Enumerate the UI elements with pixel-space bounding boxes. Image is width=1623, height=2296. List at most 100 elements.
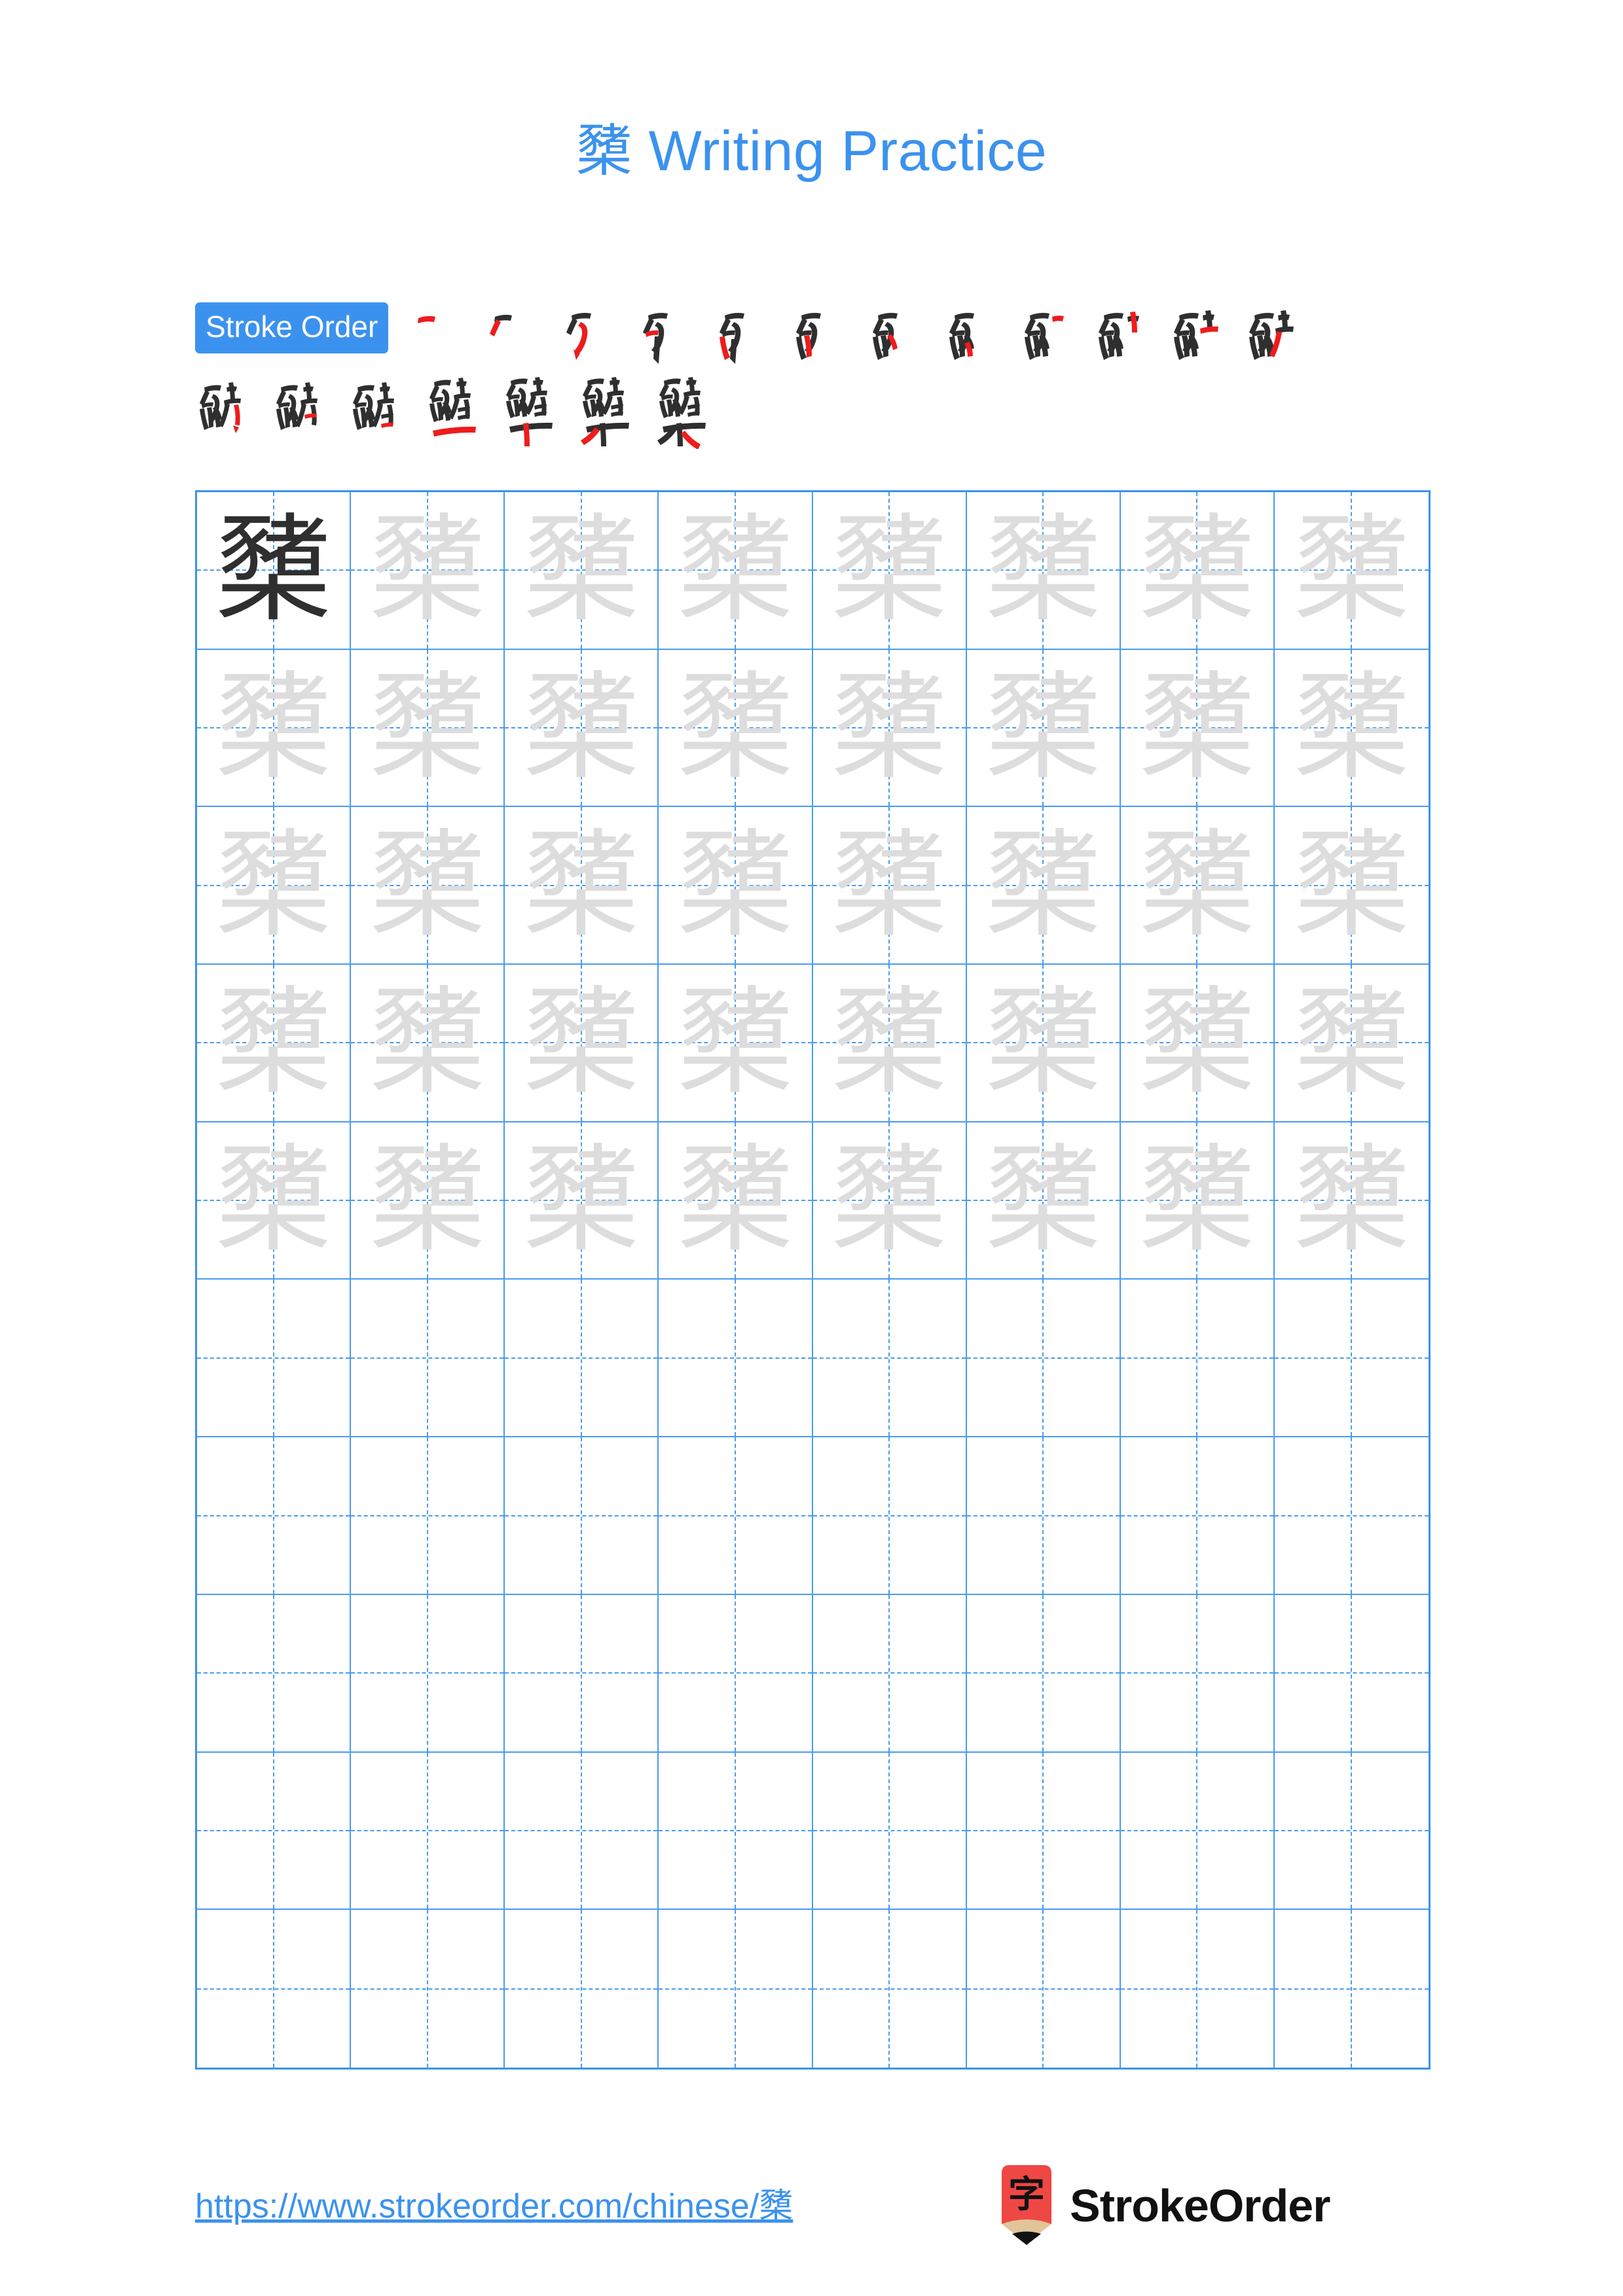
practice-cell[interactable]: 櫫 (812, 965, 967, 1122)
practice-cell[interactable] (1274, 1437, 1429, 1595)
practice-cell[interactable]: 櫫 (1120, 965, 1275, 1122)
practice-cell[interactable]: 櫫 (812, 807, 967, 965)
page-title-suffix: Writing Practice (632, 120, 1048, 183)
practice-cell[interactable] (505, 1752, 659, 1910)
practice-cell[interactable]: 櫫 (197, 807, 352, 965)
practice-cell[interactable] (1274, 1595, 1429, 1753)
pencil-logo-icon: 字 (995, 2164, 1058, 2248)
practice-cell[interactable]: 櫫 (197, 965, 352, 1122)
practice-cell[interactable] (659, 1752, 813, 1910)
practice-cell[interactable] (197, 1280, 352, 1438)
practice-cell[interactable] (966, 1437, 1121, 1595)
practice-cell[interactable] (812, 1280, 967, 1438)
practice-cell[interactable]: 櫫 (1274, 1122, 1429, 1280)
practice-cell[interactable]: 櫫 (505, 1122, 659, 1280)
practice-cell[interactable]: 櫫 (505, 492, 659, 650)
trace-character: 櫫 (1139, 660, 1256, 796)
footer-url-link[interactable]: https://www.strokeorder.com/chinese/櫫 (195, 2178, 793, 2227)
trace-character: 櫫 (1139, 1132, 1256, 1268)
stroke-order-row-1: Stroke Order (195, 302, 1432, 376)
practice-cell[interactable] (351, 1910, 505, 2068)
practice-cell[interactable] (505, 1280, 659, 1438)
practice-cell[interactable]: 櫫 (812, 1122, 967, 1280)
practice-cell[interactable]: 櫫 (351, 492, 505, 650)
practice-cell[interactable] (351, 1594, 505, 1753)
practice-cell[interactable]: 櫫 (505, 807, 659, 965)
trace-character: 櫫 (369, 975, 486, 1111)
stroke-step-8 (935, 302, 1012, 376)
practice-cell[interactable] (505, 1594, 659, 1753)
practice-cell[interactable]: 櫫 (966, 965, 1121, 1122)
practice-cell[interactable]: 櫫 (1120, 807, 1275, 965)
practice-cell[interactable] (1274, 1753, 1429, 1910)
practice-cell[interactable]: 櫫 (1274, 807, 1429, 965)
practice-cell[interactable] (505, 1437, 659, 1595)
practice-cell[interactable]: 櫫 (351, 1122, 505, 1280)
practice-cell[interactable] (1275, 1910, 1429, 2068)
practice-cell[interactable] (1120, 1280, 1275, 1438)
practice-cell[interactable]: 櫫 (351, 649, 505, 808)
stroke-step-10 (1088, 302, 1165, 376)
practice-cell[interactable] (659, 1910, 813, 2068)
practice-cell[interactable] (1121, 1910, 1275, 2068)
practice-cell[interactable] (659, 1437, 813, 1595)
trace-character: 櫫 (831, 660, 948, 796)
practice-cell[interactable] (966, 1594, 1121, 1753)
trace-character: 櫫 (522, 975, 640, 1111)
practice-cell[interactable]: 櫫 (1120, 492, 1275, 650)
practice-cell[interactable]: 櫫 (505, 649, 659, 808)
practice-cell[interactable] (1274, 1280, 1429, 1438)
practice-cell[interactable] (197, 1752, 352, 1910)
model-character: 櫫 (215, 502, 332, 638)
stroke-step-5 (705, 302, 782, 376)
stroke-step-7 (858, 302, 935, 376)
practice-cell[interactable] (197, 1910, 352, 2068)
practice-cell[interactable]: 櫫 (659, 1122, 813, 1280)
practice-cell[interactable] (659, 1594, 813, 1753)
practice-cell[interactable]: 櫫 (659, 649, 813, 808)
practice-cell[interactable]: 櫫 (351, 965, 505, 1122)
practice-cell[interactable]: 櫫 (1120, 649, 1275, 808)
trace-character: 櫫 (369, 817, 486, 953)
practice-cell[interactable] (1120, 1437, 1275, 1595)
practice-cell[interactable] (1120, 1594, 1275, 1753)
practice-cell[interactable] (813, 1910, 967, 2068)
trace-character: 櫫 (369, 502, 486, 638)
practice-cell[interactable] (505, 1910, 659, 2068)
practice-cell[interactable]: 櫫 (659, 965, 813, 1122)
practice-cell[interactable] (812, 1752, 967, 1910)
practice-cell[interactable] (197, 1594, 352, 1753)
practice-cell[interactable]: 櫫 (659, 807, 813, 965)
practice-cell[interactable] (351, 1437, 505, 1595)
practice-cell[interactable]: 櫫 (966, 492, 1121, 650)
practice-cell[interactable] (812, 1594, 967, 1753)
stroke-step-9 (1012, 302, 1088, 376)
practice-cell[interactable]: 櫫 (1274, 650, 1429, 808)
practice-cell[interactable]: 櫫 (1274, 965, 1429, 1122)
practice-cell[interactable] (351, 1280, 505, 1438)
practice-cell[interactable]: 櫫 (966, 807, 1121, 965)
practice-cell[interactable]: 櫫 (1120, 1122, 1275, 1280)
practice-cell[interactable]: 櫫 (1274, 492, 1429, 650)
practice-cell[interactable] (966, 1280, 1121, 1438)
practice-cell[interactable]: 櫫 (351, 807, 505, 965)
practice-cell[interactable]: 櫫 (197, 1122, 352, 1280)
stroke-step-13 (195, 376, 272, 449)
practice-cell[interactable]: 櫫 (812, 649, 967, 808)
stroke-step-12 (1241, 302, 1318, 376)
practice-cell[interactable]: 櫫 (197, 492, 352, 650)
practice-cell[interactable] (351, 1752, 505, 1910)
practice-cell[interactable]: 櫫 (197, 649, 352, 808)
practice-cell[interactable]: 櫫 (812, 492, 967, 650)
trace-character: 櫫 (831, 1132, 948, 1268)
practice-cell[interactable] (966, 1752, 1121, 1910)
practice-cell[interactable] (967, 1910, 1121, 2068)
practice-cell[interactable] (1120, 1752, 1275, 1910)
practice-cell[interactable] (812, 1437, 967, 1595)
practice-cell[interactable]: 櫫 (966, 1122, 1121, 1280)
practice-cell[interactable] (197, 1437, 352, 1595)
practice-cell[interactable]: 櫫 (966, 649, 1121, 808)
practice-cell[interactable] (659, 1280, 813, 1438)
practice-cell[interactable]: 櫫 (505, 965, 659, 1122)
practice-cell[interactable]: 櫫 (659, 492, 813, 650)
